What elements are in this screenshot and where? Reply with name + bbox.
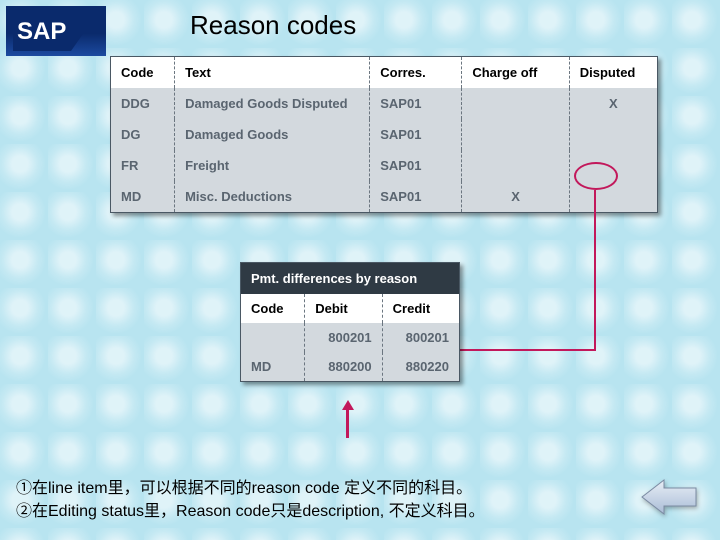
cell-disp: X (569, 88, 657, 119)
annotation-arrow-stem (346, 408, 349, 438)
cell-code: DDG (111, 88, 175, 119)
cell-corres: SAP01 (370, 150, 462, 181)
cell-text: Freight (175, 150, 370, 181)
cell-code: DG (111, 119, 175, 150)
cell-code: FR (111, 150, 175, 181)
th-code: Code (111, 57, 175, 88)
sap-logo: SAP (6, 6, 106, 56)
cell-text: Damaged Goods Disputed (175, 88, 370, 119)
table-row: DDG Damaged Goods Disputed SAP01 X (111, 88, 657, 119)
cell-text: Misc. Deductions (175, 181, 370, 212)
cell-disp (569, 181, 657, 212)
cell-disp (569, 119, 657, 150)
sub-th-credit: Credit (382, 294, 459, 323)
th-chargeoff: Charge off (462, 57, 569, 88)
footer-line-1: ①在line item里，可以根据不同的reason code 定义不同的科目。 (16, 474, 472, 498)
logo-text: SAP (17, 18, 66, 45)
sub-cell-code: MD (241, 352, 305, 381)
table-header-row: Code Text Corres. Charge off Disputed (111, 57, 657, 88)
table-row: MD Misc. Deductions SAP01 X (111, 181, 657, 212)
cell-charge (462, 150, 569, 181)
th-corres: Corres. (370, 57, 462, 88)
annotation-line-v (594, 190, 596, 350)
table-row: FR Freight SAP01 (111, 150, 657, 181)
table-row: DG Damaged Goods SAP01 (111, 119, 657, 150)
sub-th-debit: Debit (305, 294, 382, 323)
pmt-diff-table: Pmt. differences by reason Code Debit Cr… (240, 262, 460, 382)
back-arrow-icon (640, 476, 698, 518)
back-button[interactable] (640, 476, 698, 518)
footer-line-2: ②在Editing status里，Reason code只是descripti… (16, 497, 485, 521)
sub-table-title: Pmt. differences by reason (241, 263, 459, 294)
cell-charge (462, 88, 569, 119)
sub-header-row: Code Debit Credit (241, 294, 459, 323)
sub-row: MD 880200 880220 (241, 352, 459, 381)
cell-charge (462, 119, 569, 150)
page-title: Reason codes (190, 10, 356, 41)
sub-cell-debit: 880200 (305, 352, 382, 381)
th-text: Text (175, 57, 370, 88)
reason-codes-table: Code Text Corres. Charge off Disputed DD… (110, 56, 658, 213)
sub-cell-credit: 880220 (382, 352, 459, 381)
cell-corres: SAP01 (370, 119, 462, 150)
annotation-line-h (438, 349, 596, 351)
cell-text: Damaged Goods (175, 119, 370, 150)
slide: SAP Reason codes Code Text Corres. Charg… (0, 0, 720, 540)
cell-corres: SAP01 (370, 88, 462, 119)
sub-cell-debit: 800201 (305, 323, 382, 352)
th-disputed: Disputed (569, 57, 657, 88)
cell-code: MD (111, 181, 175, 212)
cell-charge: X (462, 181, 569, 212)
cell-corres: SAP01 (370, 181, 462, 212)
sub-th-code: Code (241, 294, 305, 323)
sub-row: 800201 800201 (241, 323, 459, 352)
sub-cell-code (241, 323, 305, 352)
sub-cell-credit: 800201 (382, 323, 459, 352)
cell-disp (569, 150, 657, 181)
